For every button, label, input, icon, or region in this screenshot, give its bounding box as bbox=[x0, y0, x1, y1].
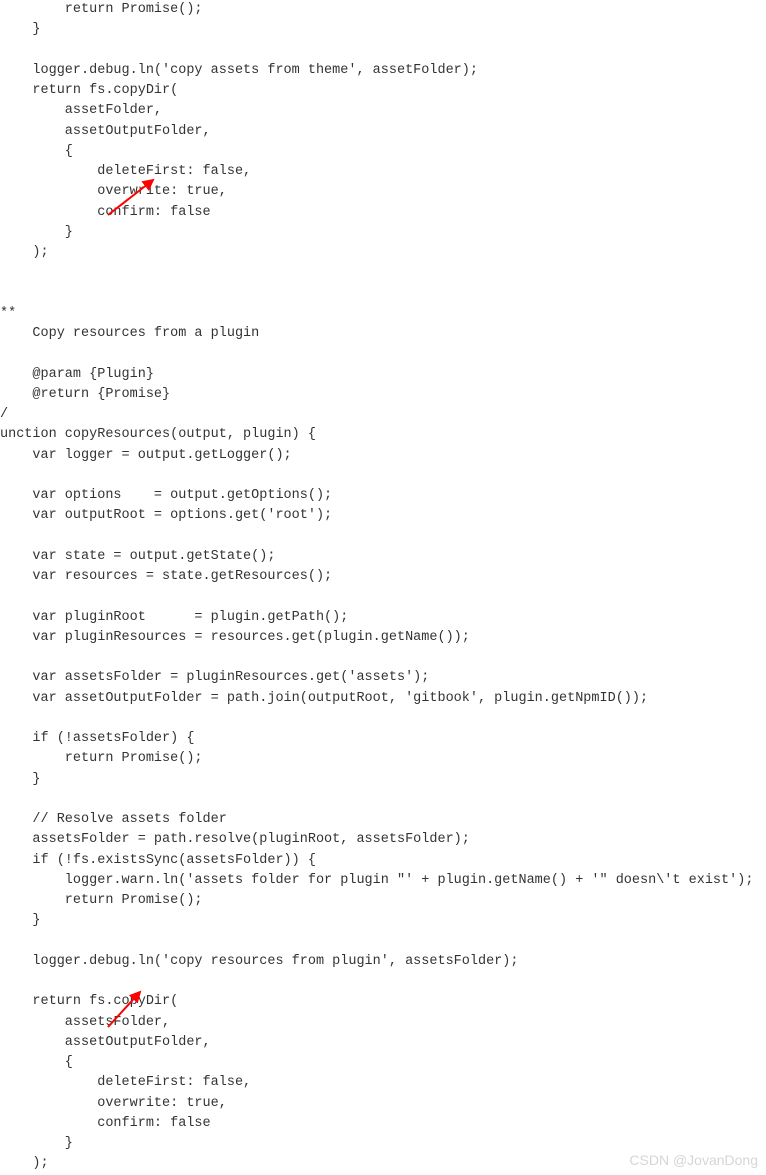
code-block: return Promise(); } logger.debug.ln('cop… bbox=[0, 0, 766, 1175]
